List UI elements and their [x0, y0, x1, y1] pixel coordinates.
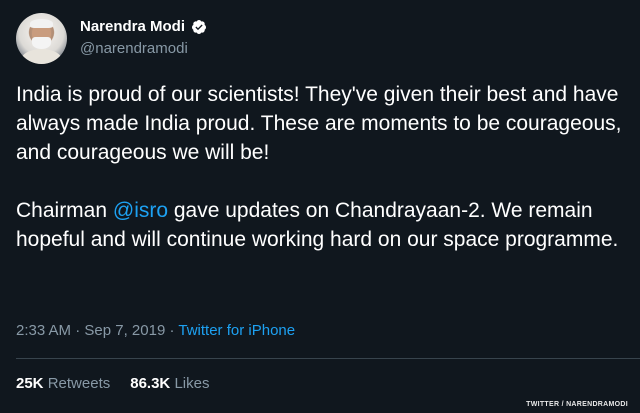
image-credit: TWITTER / NARENDRAMODI [526, 401, 628, 408]
tweet-paragraph-2: Chairman @isro gave updates on Chandraya… [16, 196, 628, 254]
meta-separator: · [169, 322, 175, 339]
retweets-stat[interactable]: 25K Retweets [16, 375, 110, 392]
tweet-paragraph-1: India is proud of our scientists! They'v… [16, 83, 622, 164]
tweet-text: India is proud of our scientists! They'v… [16, 80, 628, 254]
tweet-time[interactable]: 2:33 AM [16, 322, 71, 339]
avatar-body-shape [21, 49, 62, 64]
avatar-beard-shape [32, 37, 51, 49]
author-name-row: Narendra Modi [80, 18, 207, 35]
verified-badge-icon [191, 19, 207, 35]
tweet-meta: 2:33 AM · Sep 7, 2019 · Twitter for iPho… [16, 322, 295, 339]
tweet-stats: 25K Retweets 86.3K Likes [16, 375, 209, 392]
meta-separator: · [75, 322, 81, 339]
likes-label: Likes [174, 375, 210, 392]
retweets-count: 25K [16, 375, 44, 392]
mention-link-isro[interactable]: @isro [113, 199, 168, 222]
tweet-date[interactable]: Sep 7, 2019 [84, 322, 165, 339]
divider [16, 358, 640, 359]
likes-count: 86.3K [130, 375, 171, 392]
tweet-source-link[interactable]: Twitter for iPhone [178, 322, 295, 339]
author-display-name[interactable]: Narendra Modi [80, 18, 185, 35]
author-handle[interactable]: @narendramodi [80, 40, 188, 57]
retweets-label: Retweets [47, 375, 111, 392]
likes-stat[interactable]: 86.3K Likes [130, 375, 209, 392]
avatar-hair-shape [30, 19, 53, 28]
avatar[interactable] [16, 13, 67, 64]
tweet-text-segment: Chairman [16, 199, 113, 222]
